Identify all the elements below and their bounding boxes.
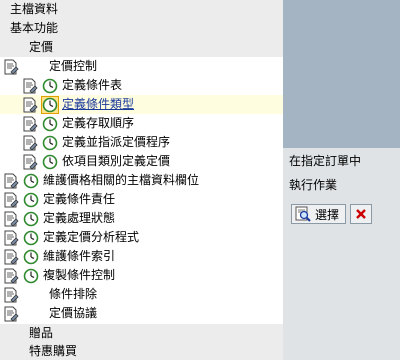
clock-execute-icon[interactable]	[23, 192, 39, 208]
clock-execute-icon[interactable]	[23, 268, 39, 284]
tree-node-basic-functions[interactable]: 基本功能	[0, 19, 283, 38]
tree-node-condition-responsibility[interactable]: 定義條件責任	[0, 190, 283, 209]
document-icon[interactable]	[3, 59, 19, 75]
side-actions: 選擇	[291, 204, 373, 224]
document-icon[interactable]	[3, 287, 19, 303]
clock-execute-icon-selected[interactable]	[41, 95, 59, 114]
tree-node-label: 維護條件索引	[43, 249, 116, 263]
tree-node-condition-tables[interactable]: 定義條件表	[0, 76, 283, 95]
tree-node-pricing-procedures[interactable]: 定義並指派定價程序	[0, 133, 283, 152]
tree-node-label: 定義處理狀態	[43, 211, 116, 225]
tree-node-label: 贈品	[29, 325, 54, 340]
tree-node-pricing-analysis[interactable]: 定義定價分析程式	[0, 228, 283, 247]
document-icon[interactable]	[3, 211, 19, 227]
select-button-label: 選擇	[315, 207, 340, 222]
tree-node-label: 定義條件表	[62, 78, 123, 92]
tree-node-pricing-control[interactable]: 定價控制	[0, 57, 283, 76]
tree-node-label: 維護價格相關的主檔資料欄位	[43, 173, 200, 187]
document-icon[interactable]	[22, 97, 38, 113]
side-panel-header-area	[283, 0, 400, 148]
document-icon[interactable]	[3, 268, 19, 284]
document-icon[interactable]	[22, 135, 38, 151]
document-icon[interactable]	[22, 116, 38, 132]
tree-node-pricing[interactable]: 定價	[0, 38, 283, 57]
document-icon[interactable]	[22, 154, 38, 170]
tree-node-processing-status[interactable]: 定義處理狀態	[0, 209, 283, 228]
tree-node-label: 依項目類別定義定價	[62, 154, 171, 168]
tree-node-special-deals[interactable]: 特惠購買	[0, 342, 283, 360]
select-button[interactable]: 選擇	[291, 204, 347, 224]
tree-node-pricing-agreements[interactable]: 定價協議	[0, 304, 283, 323]
side-info-line2: 執行作業	[289, 178, 338, 192]
tree-node-label: 基本功能	[10, 21, 59, 35]
tree-node-free-goods[interactable]: 贈品	[0, 324, 283, 342]
img-tree: 主檔資料 基本功能 定價 定價控制 定義條件表 定義條件類型 定義存取順序 定義…	[0, 0, 283, 360]
clock-execute-icon[interactable]	[42, 154, 58, 170]
tree-node-label: 定價協議	[49, 306, 98, 320]
tree-node-master-data[interactable]: 主檔資料	[0, 0, 283, 19]
clock-execute-icon[interactable]	[23, 249, 39, 265]
tree-node-pricing-by-item-category[interactable]: 依項目類別定義定價	[0, 152, 283, 171]
document-icon[interactable]	[3, 230, 19, 246]
tree-node-label: 定價	[29, 40, 54, 54]
tree-node-price-master-fields[interactable]: 維護價格相關的主檔資料欄位	[0, 171, 283, 190]
clock-execute-icon[interactable]	[23, 173, 39, 189]
tree-node-condition-index[interactable]: 維護條件索引	[0, 247, 283, 266]
tree-node-label-link[interactable]: 定義條件類型	[62, 95, 134, 114]
clock-execute-icon[interactable]	[42, 116, 58, 132]
tree-node-label: 主檔資料	[10, 2, 59, 16]
clock-execute-icon[interactable]	[42, 135, 58, 151]
document-icon[interactable]	[3, 192, 19, 208]
document-icon[interactable]	[22, 78, 38, 94]
tree-node-copy-condition-control[interactable]: 複製條件控制	[0, 266, 283, 285]
cancel-button[interactable]	[350, 204, 373, 224]
tree-node-label: 定義存取順序	[62, 116, 135, 130]
side-panel: 在指定訂單中 執行作業 選擇	[283, 0, 400, 360]
clock-execute-icon[interactable]	[23, 230, 39, 246]
tree-node-condition-exclusion[interactable]: 條件排除	[0, 285, 283, 304]
clock-execute-icon[interactable]	[42, 78, 58, 94]
tree-node-label: 複製條件控制	[43, 268, 116, 282]
tree-node-label: 定價控制	[49, 59, 98, 73]
magnifier-icon	[295, 206, 311, 222]
tree-node-label: 條件排除	[49, 287, 98, 301]
document-icon[interactable]	[3, 249, 19, 265]
document-icon[interactable]	[3, 306, 19, 322]
tree-node-label: 定義定價分析程式	[43, 230, 140, 244]
clock-execute-icon[interactable]	[23, 211, 39, 227]
side-info-line1: 在指定訂單中	[289, 154, 362, 168]
tree-node-access-sequences[interactable]: 定義存取順序	[0, 114, 283, 133]
tree-node-label: 定義條件責任	[43, 192, 116, 206]
tree-node-label: 定義並指派定價程序	[62, 135, 171, 149]
document-icon[interactable]	[3, 173, 19, 189]
tree-node-condition-types[interactable]: 定義條件類型	[0, 95, 283, 114]
tree-node-label: 特惠購買	[29, 343, 78, 358]
close-icon	[353, 206, 369, 222]
